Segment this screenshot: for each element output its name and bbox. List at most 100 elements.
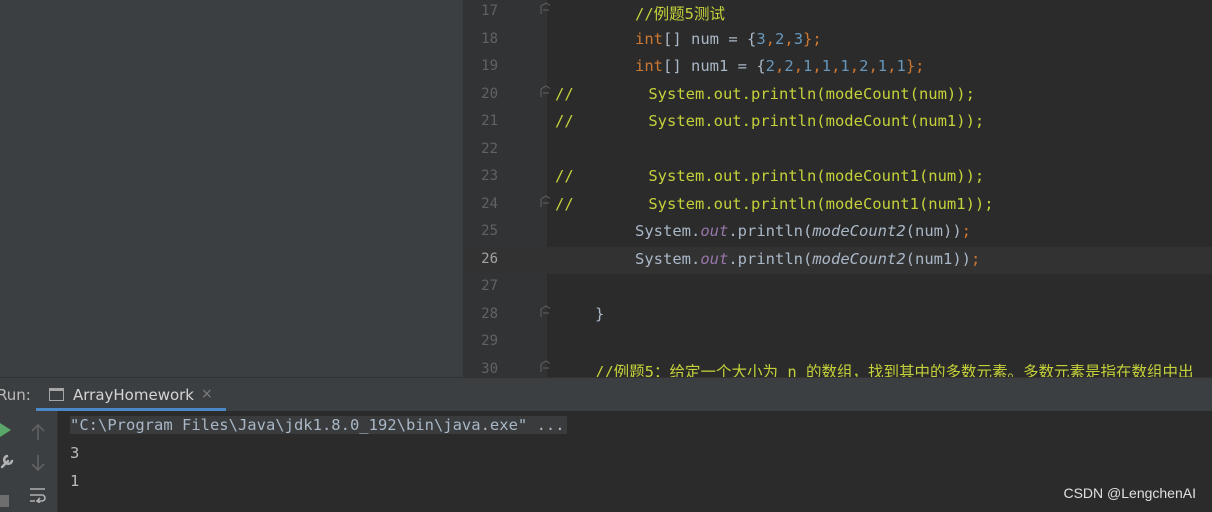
code-token: 2	[784, 57, 794, 75]
code-token: ,	[812, 57, 822, 75]
line-number: 24	[481, 195, 498, 212]
code-token: ,	[765, 29, 776, 48]
line-number: 22	[481, 140, 498, 157]
run-tab-label: ArrayHomework	[73, 386, 194, 404]
line-number: 25	[481, 223, 498, 239]
arrow-up-icon[interactable]	[30, 423, 46, 441]
close-icon[interactable]: ×	[201, 386, 213, 402]
code-line[interactable]: 29	[464, 329, 1212, 356]
code-token: 3	[756, 29, 766, 48]
fold-marker-icon[interactable]	[540, 84, 550, 97]
line-number: 18	[481, 30, 498, 47]
soft-wrap-icon[interactable]	[29, 487, 47, 503]
line-number: 17	[481, 3, 498, 19]
code-token: ;	[970, 249, 981, 268]
code-line[interactable]: 19 int[] num1 = {2,2,1,1,1,2,1,1};	[464, 54, 1212, 81]
code-text: System.out.println(modeCount2(num1));	[635, 250, 980, 268]
run-label: Run:	[0, 386, 31, 404]
run-tab-arrayhomework[interactable]: ArrayHomework ×	[36, 378, 226, 411]
stop-icon[interactable]	[0, 495, 9, 507]
code-token: // System.out.println(modeCount(num));	[555, 84, 975, 103]
code-token: ,	[793, 57, 804, 75]
code-token: .println(	[728, 249, 813, 268]
watermark: CSDN @LengchenAI	[1063, 485, 1196, 501]
code-text: // System.out.println(modeCount(num));	[555, 85, 975, 103]
line-number: 29	[481, 333, 498, 349]
code-token: .println(	[728, 222, 813, 240]
code-token: ,	[775, 57, 785, 75]
code-token: }	[595, 304, 605, 323]
code-line[interactable]: 18 int[] num = {3,2,3};	[464, 27, 1212, 54]
line-number: 23	[481, 168, 498, 184]
fold-marker-icon[interactable]	[540, 194, 550, 207]
console-line-command: "C:\Program Files\Java\jdk1.8.0_192\bin\…	[70, 416, 567, 434]
line-number: 28	[481, 305, 498, 322]
code-token: };	[905, 57, 925, 75]
code-token: System.	[635, 222, 701, 240]
code-line[interactable]: 27	[464, 274, 1212, 301]
code-token: out	[700, 222, 729, 240]
code-line[interactable]: 28}	[464, 302, 1212, 329]
code-token: 1	[896, 57, 906, 75]
code-token: 2	[775, 29, 785, 48]
wrench-icon[interactable]	[0, 453, 14, 469]
code-text: int[] num1 = {2,2,1,1,1,2,1,1};	[635, 57, 924, 75]
window-icon	[49, 388, 64, 401]
code-text: // System.out.println(modeCount1(num));	[555, 167, 984, 185]
code-token: int	[635, 29, 663, 48]
code-line[interactable]: 17 //例题5测试	[464, 0, 1212, 26]
code-line[interactable]: 25 System.out.println(modeCount2(num));	[464, 219, 1212, 246]
code-token: modeCount2	[812, 222, 906, 240]
code-token: 2	[765, 57, 775, 75]
code-token: [] num1 = {	[663, 57, 766, 75]
console-line-output: 3	[70, 444, 80, 462]
code-token: //例题5测试	[635, 5, 725, 23]
code-token: // System.out.println(modeCount(num1));	[555, 112, 985, 130]
project-panel	[0, 0, 464, 377]
code-token: [] num = {	[663, 29, 757, 48]
code-token: (num))	[905, 222, 962, 240]
code-text: // System.out.println(modeCount1(num1));	[555, 195, 994, 213]
code-text: int[] num = {3,2,3};	[635, 30, 822, 48]
line-number: 30	[481, 360, 498, 377]
code-token: 1	[803, 57, 813, 75]
console-output[interactable]: "C:\Program Files\Java\jdk1.8.0_192\bin\…	[58, 411, 1212, 512]
console-line-output: 1	[70, 472, 80, 490]
code-line[interactable]: 21 // System.out.println(modeCount(num1))…	[464, 109, 1212, 136]
code-token: ;	[961, 222, 971, 240]
line-number: 27	[481, 278, 498, 294]
code-token: 1	[877, 57, 888, 75]
fold-marker-icon[interactable]	[540, 359, 550, 372]
code-token: // System.out.println(modeCount1(num));	[555, 167, 985, 185]
fold-marker-icon[interactable]	[540, 2, 550, 14]
code-token: (num1))	[905, 249, 971, 268]
code-text: }	[595, 305, 604, 323]
code-text: //例题5测试	[635, 2, 725, 24]
code-line[interactable]: 26 System.out.println(modeCount2(num1));	[464, 246, 1212, 274]
run-tool-window-header: Run: ArrayHomework ×	[0, 377, 1212, 412]
code-line[interactable]: 23 // System.out.println(modeCount1(num))…	[464, 164, 1212, 191]
code-token: modeCount2	[812, 249, 906, 268]
arrow-down-icon[interactable]	[30, 454, 46, 472]
run-toolbar-left	[0, 411, 19, 512]
code-text: System.out.println(modeCount2(num));	[635, 222, 971, 240]
line-number: 20	[481, 85, 498, 102]
code-token: 3	[793, 29, 804, 48]
run-toolbar-side	[19, 411, 58, 512]
code-token: out	[700, 249, 729, 268]
line-number: 21	[481, 113, 498, 129]
code-token: ,	[849, 57, 860, 75]
line-number: 26	[481, 250, 498, 267]
code-token: int	[635, 57, 663, 75]
code-token: // System.out.println(modeCount1(num1));	[555, 194, 994, 213]
code-line[interactable]: 24 // System.out.println(modeCount1(num1)…	[464, 192, 1212, 219]
code-line[interactable]: 20 // System.out.println(modeCount(num));	[464, 82, 1212, 109]
line-number: 19	[481, 58, 498, 74]
code-token: };	[803, 29, 822, 48]
code-token: 1	[840, 57, 850, 75]
code-text: // System.out.println(modeCount(num1));	[555, 112, 984, 130]
code-line[interactable]: 22	[464, 137, 1212, 164]
code-token: 1	[821, 57, 832, 75]
run-play-icon[interactable]	[0, 423, 12, 437]
fold-marker-icon[interactable]	[540, 304, 550, 317]
